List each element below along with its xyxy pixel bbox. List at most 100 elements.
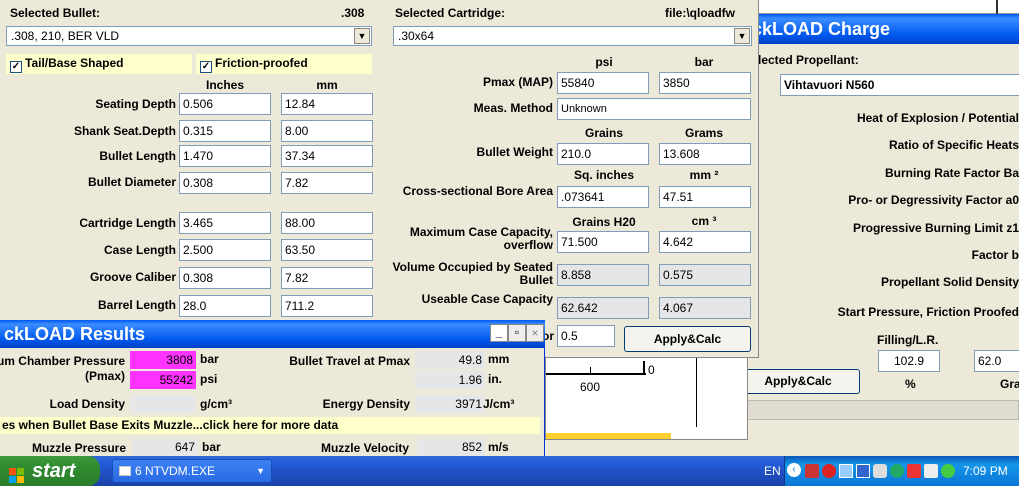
graph-frame-right (696, 357, 697, 427)
clock[interactable]: 7:09 PM (963, 464, 1008, 478)
barrel-length-inches[interactable]: 28.0 (179, 295, 271, 317)
selected-cartridge-label: Selected Cartridge: (395, 6, 506, 20)
barrel-length-mm[interactable]: 711.2 (281, 295, 373, 317)
groove-caliber-inches[interactable]: 0.308 (179, 267, 271, 289)
cartridge-length-inches[interactable]: 3.465 (179, 212, 271, 234)
case-length-mm[interactable]: 63.50 (281, 239, 373, 261)
tray-network-icon[interactable] (839, 464, 853, 478)
charge-grains-unit: Gra (1000, 377, 1019, 391)
bullet-length-mm[interactable]: 37.34 (281, 145, 373, 167)
muzzle-pressure-unit: bar (202, 440, 221, 454)
max-case-cm3-input[interactable]: 4.642 (659, 231, 751, 253)
tray-tools-icon[interactable] (805, 464, 819, 478)
muzzle-link[interactable]: es when Bullet Base Exits Muzzle...click… (0, 417, 540, 434)
useable-capacity-cm3: 4.067 (659, 297, 751, 319)
filling-label: Filling/L.R. (877, 333, 939, 347)
tray-browser-icon[interactable] (941, 464, 955, 478)
task-button-ntvdm[interactable]: 6 NTVDM.EXE ▼ (112, 459, 272, 483)
bullet-combo[interactable]: .308, 210, BER VLD ▼ (6, 26, 372, 46)
charge-bottom-scrollbar[interactable] (702, 400, 1019, 420)
bullet-travel-label: Bullet Travel at Pmax (289, 354, 410, 368)
cartridge-length-mm[interactable]: 88.00 (281, 212, 373, 234)
friction-checkbox[interactable]: ✓ Friction-proofed (196, 54, 372, 74)
groove-caliber-label: Groove Caliber (89, 270, 176, 284)
bore-area-mm2-input[interactable]: 47.51 (659, 186, 751, 208)
charge-apply-calc-button[interactable]: Apply&Calc (736, 369, 860, 394)
bullet-weight-grains-input[interactable]: 210.0 (557, 143, 649, 165)
tail-base-label: Tail/Base Shaped (25, 56, 124, 70)
charge-window: ckLOAD Charge lected Propellant: Vihtavu… (702, 0, 1019, 456)
minimize-icon: _ (495, 325, 503, 339)
bore-area-sqin-input[interactable]: .073641 (557, 186, 649, 208)
energy-density-label: Energy Density (322, 397, 410, 411)
seating-depth-inches[interactable]: 0.506 (179, 93, 271, 115)
seating-depth-mm[interactable]: 12.84 (281, 93, 373, 115)
tray-update-icon[interactable] (890, 464, 904, 478)
start-button[interactable]: start (0, 456, 100, 486)
max-case-grains-input[interactable]: 71.500 (557, 231, 649, 253)
col-inches: Inches (205, 78, 244, 92)
graph-panel: 600 0 (545, 356, 748, 440)
col-grains: Grains (584, 126, 623, 140)
language-indicator[interactable]: EN (764, 464, 781, 478)
pmax-psi-value: 55242 (130, 371, 196, 389)
chevron-down-icon[interactable]: ▼ (354, 28, 370, 44)
taskbar: start 6 NTVDM.EXE ▼ EN ‹ 7:09 PM (0, 456, 1019, 486)
charge-grains-input[interactable]: 62.0 (974, 350, 1019, 372)
col-grams: Grams (684, 126, 724, 140)
bullet-diameter-label: Bullet Diameter (87, 175, 176, 189)
cartridge-apply-calc-button[interactable]: Apply&Calc (624, 326, 751, 352)
col-sq-inches: Sq. inches (573, 168, 635, 182)
tray-display-icon[interactable] (856, 464, 870, 478)
muzzle-link-text: es when Bullet Base Exits Muzzle...click… (2, 418, 339, 432)
close-button[interactable]: × (526, 324, 544, 342)
window-app-icon (119, 466, 131, 476)
case-length-inches[interactable]: 2.500 (179, 239, 271, 261)
muzzle-velocity-value: 852 (417, 438, 485, 456)
propellant-label: lected Propellant: (758, 53, 859, 67)
max-pressure-label-2: (Pmax) (84, 369, 125, 383)
muzzle-pressure-value: 647 (132, 438, 198, 456)
max-case-label-1: Maximum Case Capacity, (409, 225, 553, 239)
tray-collapse-icon[interactable]: ‹ (787, 463, 801, 477)
pmax-psi-input[interactable]: 55840 (557, 72, 649, 94)
start-label: start (32, 460, 76, 482)
tail-base-checkbox[interactable]: ✓ Tail/Base Shaped (6, 54, 192, 74)
bullet-weight-grams-input[interactable]: 13.608 (659, 143, 751, 165)
shank-seat-inches[interactable]: 0.315 (179, 120, 271, 142)
file-label: file:\qloadfw (665, 6, 735, 20)
bullet-length-inches[interactable]: 1.470 (179, 145, 271, 167)
muzzle-pressure-label: Muzzle Pressure (31, 441, 126, 455)
col-mm: mm (316, 78, 338, 92)
groove-caliber-mm[interactable]: 7.82 (281, 267, 373, 289)
tray-printer-icon[interactable] (924, 464, 938, 478)
param-start-pressure: Start Pressure, Friction Proofed (837, 305, 1019, 319)
barrel-length-label: Barrel Length (97, 298, 176, 312)
maximize-button[interactable]: ▫ (508, 324, 526, 342)
bullet-diameter-mm[interactable]: 7.82 (281, 172, 373, 194)
bullet-length-label: Bullet Length (99, 149, 176, 163)
windows-logo-icon (9, 463, 25, 483)
shank-seat-mm[interactable]: 8.00 (281, 120, 373, 142)
tray-sound-icon[interactable] (873, 464, 887, 478)
friction-label: Friction-proofed (215, 56, 308, 70)
minimize-button[interactable]: _ (490, 324, 508, 342)
meas-method-input[interactable]: Unknown (557, 98, 751, 120)
cartridge-combo[interactable]: .30x64 ▼ (393, 26, 752, 46)
meas-method-label: Meas. Method (473, 101, 553, 115)
bullet-diameter-inches[interactable]: 0.308 (179, 172, 271, 194)
useable-capacity-label: Useable Case Capacity (421, 292, 553, 306)
muzzle-velocity-label: Muzzle Velocity (320, 441, 409, 455)
tray-security-icon[interactable] (907, 464, 921, 478)
task-label: 6 NTVDM.EXE (135, 464, 216, 478)
load-density-label: Load Density (49, 397, 125, 411)
chevron-down-icon[interactable]: ▼ (734, 28, 750, 44)
partial-value-input[interactable]: 0.5 (557, 325, 615, 347)
propellant-input[interactable]: Vihtavuori N560 (780, 74, 1019, 96)
charge-title: ckLOAD Charge (748, 14, 1019, 44)
pmax-bar-input[interactable]: 3850 (659, 72, 751, 94)
tray-antivirus-icon[interactable] (822, 464, 836, 478)
bullet-weight-label: Bullet Weight (476, 145, 553, 159)
filling-input[interactable]: 102.9 (878, 350, 940, 372)
charge-top-strip (748, 0, 1019, 14)
